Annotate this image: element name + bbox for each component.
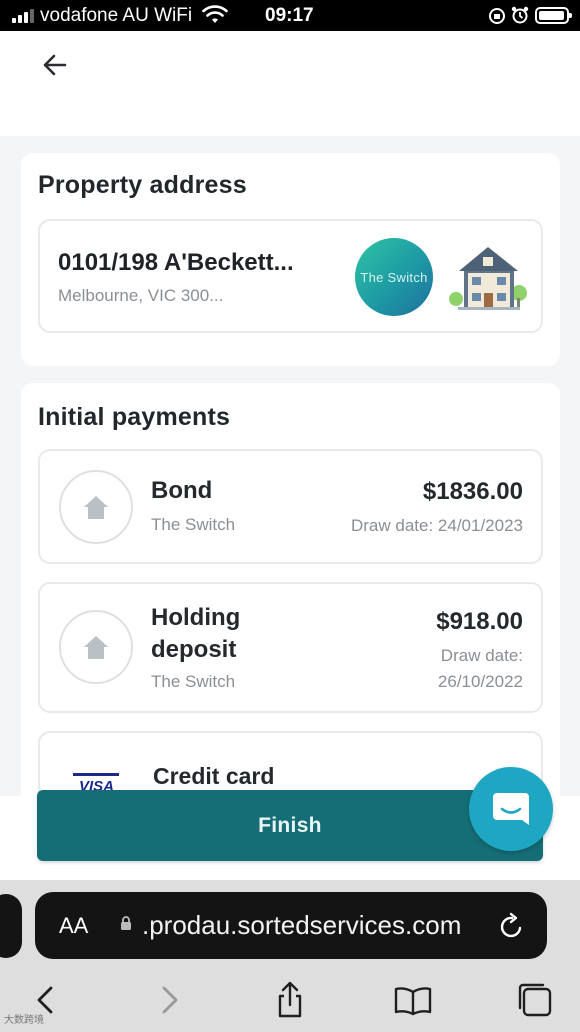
- battery-icon: [535, 7, 572, 24]
- clock: 09:17: [265, 5, 314, 26]
- carrier-label: vodafone AU WiFi: [40, 5, 193, 26]
- lock-icon: [121, 916, 131, 930]
- payment-amount: $918.00: [436, 608, 523, 635]
- address-box[interactable]: 0101/198 A'Beckett... Melbourne, VIC 300…: [38, 219, 543, 333]
- agency-logo: The Switch: [355, 238, 433, 316]
- payment-method-label: Credit card: [153, 763, 275, 789]
- address-line1: 0101/198 A'Beckett...: [58, 249, 294, 276]
- payment-draw-date: Draw date: 26/10/2022: [437, 646, 523, 691]
- address-line2: Melbourne, VIC 300...: [58, 286, 224, 305]
- watermark: 大数跨境: [4, 1015, 44, 1026]
- alarm-icon: [511, 6, 529, 24]
- reader-options-button[interactable]: AA: [59, 913, 88, 939]
- browser-forward-icon[interactable]: [150, 980, 190, 1020]
- share-icon[interactable]: [270, 980, 310, 1020]
- wifi-icon: [202, 5, 228, 23]
- url-text[interactable]: .prodau.sortedservices.com: [142, 910, 461, 941]
- payment-item-holding-deposit[interactable]: Holding deposit The Switch $918.00 Draw …: [38, 582, 543, 713]
- chat-launcher-button[interactable]: [469, 767, 553, 851]
- bookmarks-icon[interactable]: [393, 980, 433, 1020]
- payment-name: Holding deposit: [151, 604, 241, 663]
- status-bar: vodafone AU WiFi 09:17: [0, 0, 580, 31]
- tabs-icon[interactable]: [515, 980, 555, 1020]
- header: [0, 31, 580, 136]
- signal-icon: [12, 9, 34, 23]
- home-icon: [59, 610, 133, 684]
- chat-icon: [493, 793, 529, 825]
- finish-button[interactable]: Finish: [37, 790, 543, 861]
- payment-draw-date: Draw date: 24/01/2023: [350, 516, 523, 535]
- home-icon: [59, 470, 133, 544]
- back-arrow-icon[interactable]: [36, 45, 76, 85]
- payment-payee: The Switch: [151, 672, 236, 691]
- payment-payee: The Switch: [151, 515, 236, 534]
- payments-title: Initial payments: [38, 403, 231, 431]
- payment-amount: $1836.00: [422, 478, 523, 505]
- payments-card: Initial payments Bond The Switch $1836.0…: [21, 383, 560, 813]
- browser-toolbar: AA .prodau.sortedservices.com: [0, 880, 580, 1032]
- previous-tab[interactable]: [0, 894, 22, 958]
- payment-name: Bond: [151, 477, 213, 504]
- payment-item-bond[interactable]: Bond The Switch $1836.00 Draw date: 24/0…: [38, 449, 543, 564]
- property-title: Property address: [38, 171, 247, 199]
- address-bar[interactable]: AA .prodau.sortedservices.com: [35, 892, 547, 959]
- reload-icon[interactable]: [498, 911, 526, 941]
- rotation-lock-icon: [489, 8, 505, 24]
- house-icon: [449, 247, 527, 310]
- property-card: Property address 0101/198 A'Beckett... M…: [21, 153, 560, 366]
